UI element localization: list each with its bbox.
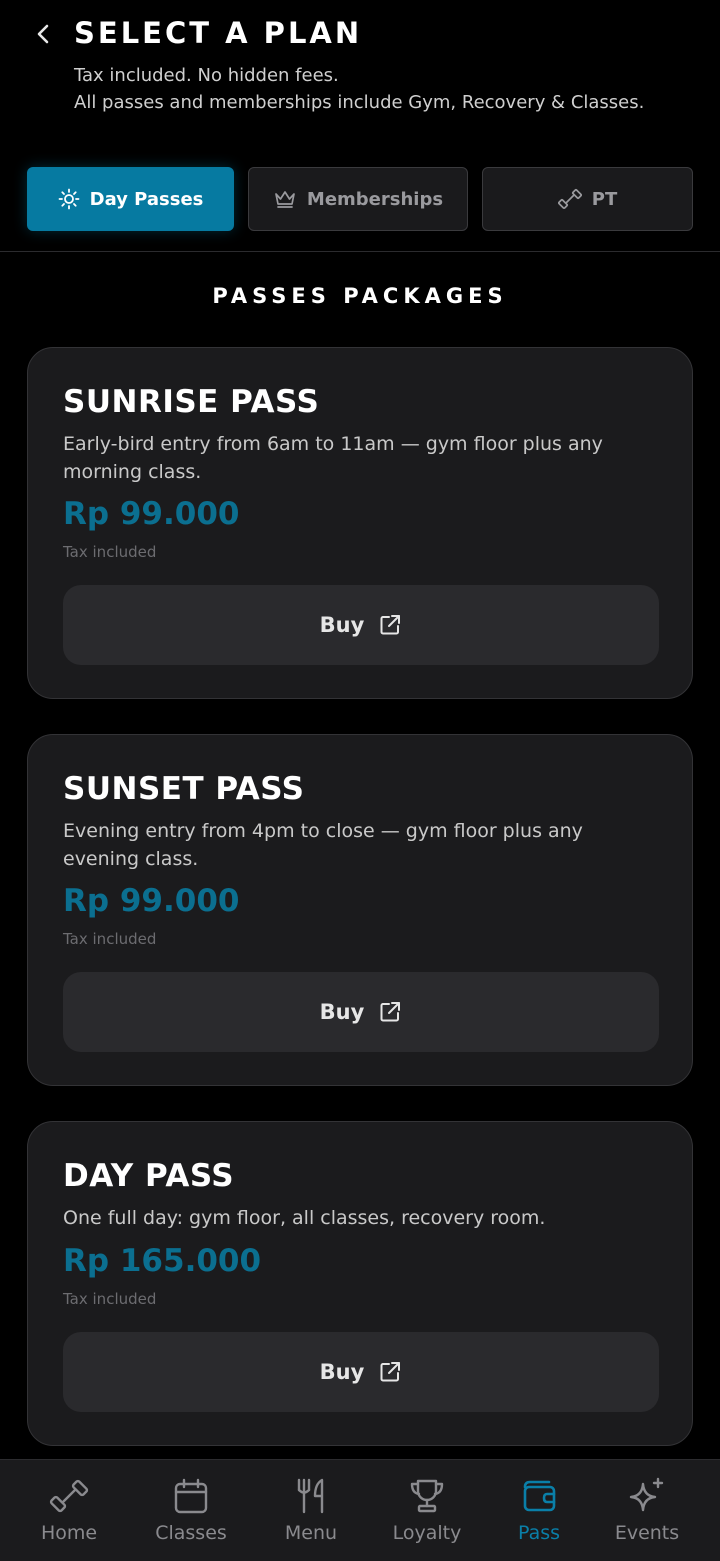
pass-card-sunset: SUNSET PASS Evening entry from 4pm to cl… [27, 734, 693, 1086]
calendar-icon [174, 1478, 208, 1514]
dumbbell-icon [557, 188, 582, 210]
tab-day-passes-label: Day Passes [89, 188, 204, 210]
nav-events[interactable]: Events [587, 1460, 707, 1561]
card-description: One full day: gym floor, all classes, re… [63, 1207, 546, 1229]
external-link-icon [380, 1002, 401, 1022]
page-subtitle: Tax included. No hidden fees. All passes… [74, 62, 674, 116]
sun-icon [58, 188, 80, 210]
card-description: Early-bird entry from 6am to 11am — gym … [63, 433, 603, 483]
subtitle-line-2: All passes and memberships include Gym, … [74, 92, 645, 113]
plan-tabs: Day Passes Memberships PT [27, 167, 693, 231]
buy-button-label: Buy [319, 1000, 365, 1024]
card-title: SUNSET PASS [63, 771, 305, 807]
card-title: DAY PASS [63, 1158, 235, 1194]
buy-button[interactable]: Buy [63, 585, 659, 665]
tab-memberships[interactable]: Memberships [248, 167, 468, 231]
header: SELECT A PLAN Tax included. No hidden fe… [0, 0, 720, 150]
card-price: Rp 99.000 [63, 883, 240, 919]
wallet-icon [523, 1480, 556, 1512]
trophy-icon [410, 1479, 444, 1513]
card-tax-note: Tax included [63, 930, 157, 948]
fork-knife-icon [297, 1478, 324, 1514]
nav-events-label: Events [614, 1522, 680, 1544]
card-title: SUNRISE PASS [63, 384, 320, 420]
card-tax-note: Tax included [63, 1290, 157, 1308]
external-link-icon [380, 1362, 401, 1382]
card-price: Rp 165.000 [63, 1243, 262, 1279]
tab-pt-label: PT [591, 188, 618, 210]
page-title: SELECT A PLAN [74, 16, 363, 50]
nav-home-label: Home [40, 1522, 98, 1544]
buy-button[interactable]: Buy [63, 1332, 659, 1412]
sparkle-icon [629, 1477, 664, 1512]
pass-card-sunrise: SUNRISE PASS Early-bird entry from 6am t… [27, 347, 693, 699]
buy-button-label: Buy [319, 613, 365, 637]
nav-loyalty[interactable]: Loyalty [367, 1460, 487, 1561]
buy-button[interactable]: Buy [63, 972, 659, 1052]
tab-day-passes[interactable]: Day Passes [27, 167, 234, 231]
subtitle-line-1: Tax included. No hidden fees. [74, 65, 339, 86]
card-description: Evening entry from 4pm to close — gym fl… [63, 820, 583, 870]
nav-menu[interactable]: Menu [251, 1460, 371, 1561]
dumbbell-icon [49, 1479, 89, 1513]
card-price: Rp 99.000 [63, 496, 240, 532]
nav-classes-label: Classes [155, 1522, 227, 1544]
section-title: PASSES PACKAGES [212, 284, 508, 308]
tab-pt[interactable]: PT [482, 167, 693, 231]
buy-button-label: Buy [319, 1360, 365, 1384]
nav-pass[interactable]: Pass [479, 1460, 599, 1561]
external-link-icon [380, 615, 401, 635]
tab-memberships-label: Memberships [306, 188, 444, 210]
nav-pass-label: Pass [517, 1522, 561, 1544]
pass-card-day: DAY PASS One full day: gym floor, all cl… [27, 1121, 693, 1446]
nav-menu-label: Menu [284, 1522, 338, 1544]
chevron-left-icon [37, 24, 49, 44]
nav-classes[interactable]: Classes [131, 1460, 251, 1561]
card-tax-note: Tax included [63, 543, 157, 561]
header-divider [0, 251, 720, 252]
back-button[interactable] [30, 20, 58, 48]
nav-loyalty-label: Loyalty [392, 1522, 462, 1544]
nav-home[interactable]: Home [9, 1460, 129, 1561]
bottom-nav: Home Classes Menu Loyalty Pass Events [0, 1459, 720, 1561]
crown-icon [275, 191, 295, 208]
